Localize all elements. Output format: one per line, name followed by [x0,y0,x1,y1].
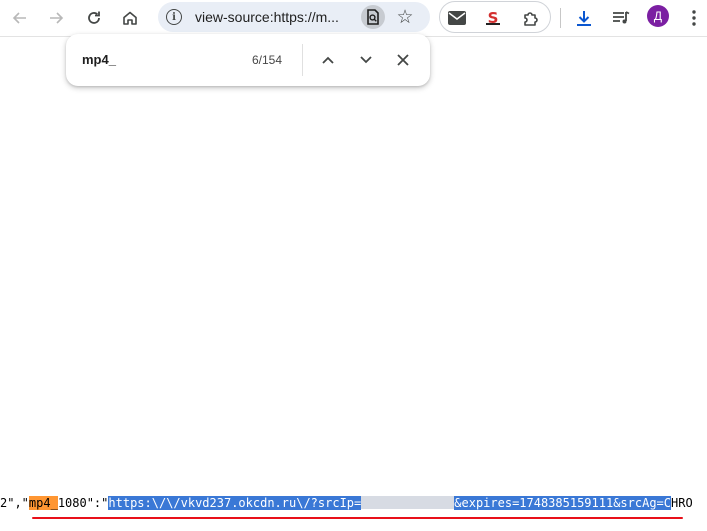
extensions-group: S [439,1,551,33]
selected-url-start[interactable]: https:\/\/vkvd237.okcdn.ru\/?srcIp= [108,496,362,510]
info-icon[interactable]: i [166,9,182,25]
find-input[interactable]: mp4_ [82,52,116,67]
s-extension-button[interactable]: S [481,6,505,30]
source-prefix: 2"," [0,496,29,510]
source-code-line[interactable]: 2","mp4_1080":"https:\/\/vkvd237.okcdn.r… [0,494,693,512]
redacted-ip [361,496,455,509]
selected-url-end[interactable]: &expires=1748385159111&srcAg=C [454,496,672,510]
puzzle-icon [524,12,538,26]
find-match-highlight: mp4_ [28,496,58,510]
find-match-count: 6/154 [252,53,283,67]
home-icon [123,11,137,25]
url-text[interactable]: view-source:https://m... [195,9,339,25]
menu-button[interactable] [680,4,707,32]
extensions-button[interactable] [519,6,543,30]
kebab-menu-icon [692,10,696,26]
arrow-right-icon [50,12,64,24]
home-button[interactable] [116,4,144,32]
downloads-button[interactable] [570,4,598,32]
red-underline-annotation [32,517,683,519]
back-button[interactable] [6,4,34,32]
source-key-suffix: 1080":" [57,496,109,510]
browser-toolbar: i view-source:https://m... ☆ S Д [0,0,707,37]
reload-icon [88,11,100,24]
find-in-page-bar: mp4_ 6/154 [66,34,430,86]
reload-button[interactable] [80,4,108,32]
find-close-button[interactable] [391,48,415,72]
source-trailing: HRO [671,496,693,510]
chevron-up-icon [322,56,334,64]
bookmark-star-icon[interactable]: ☆ [394,6,416,28]
media-queue-icon [613,11,630,24]
mail-icon [448,11,466,25]
arrow-left-icon [12,12,26,24]
find-next-button[interactable] [354,48,378,72]
s-extension-icon: S [484,9,502,27]
download-icon [577,11,591,26]
mail-extension-button[interactable] [445,6,469,30]
forward-button[interactable] [42,4,70,32]
find-separator [302,44,303,76]
page-search-button[interactable] [361,5,385,29]
omnibox[interactable]: i view-source:https://m... ☆ [158,2,430,32]
page-search-icon [367,9,379,25]
close-icon [397,54,409,66]
find-previous-button[interactable] [316,48,340,72]
profile-avatar[interactable]: Д [647,5,669,27]
chevron-down-icon [360,56,372,64]
toolbar-separator [560,8,561,28]
media-queue-button[interactable] [607,4,635,32]
